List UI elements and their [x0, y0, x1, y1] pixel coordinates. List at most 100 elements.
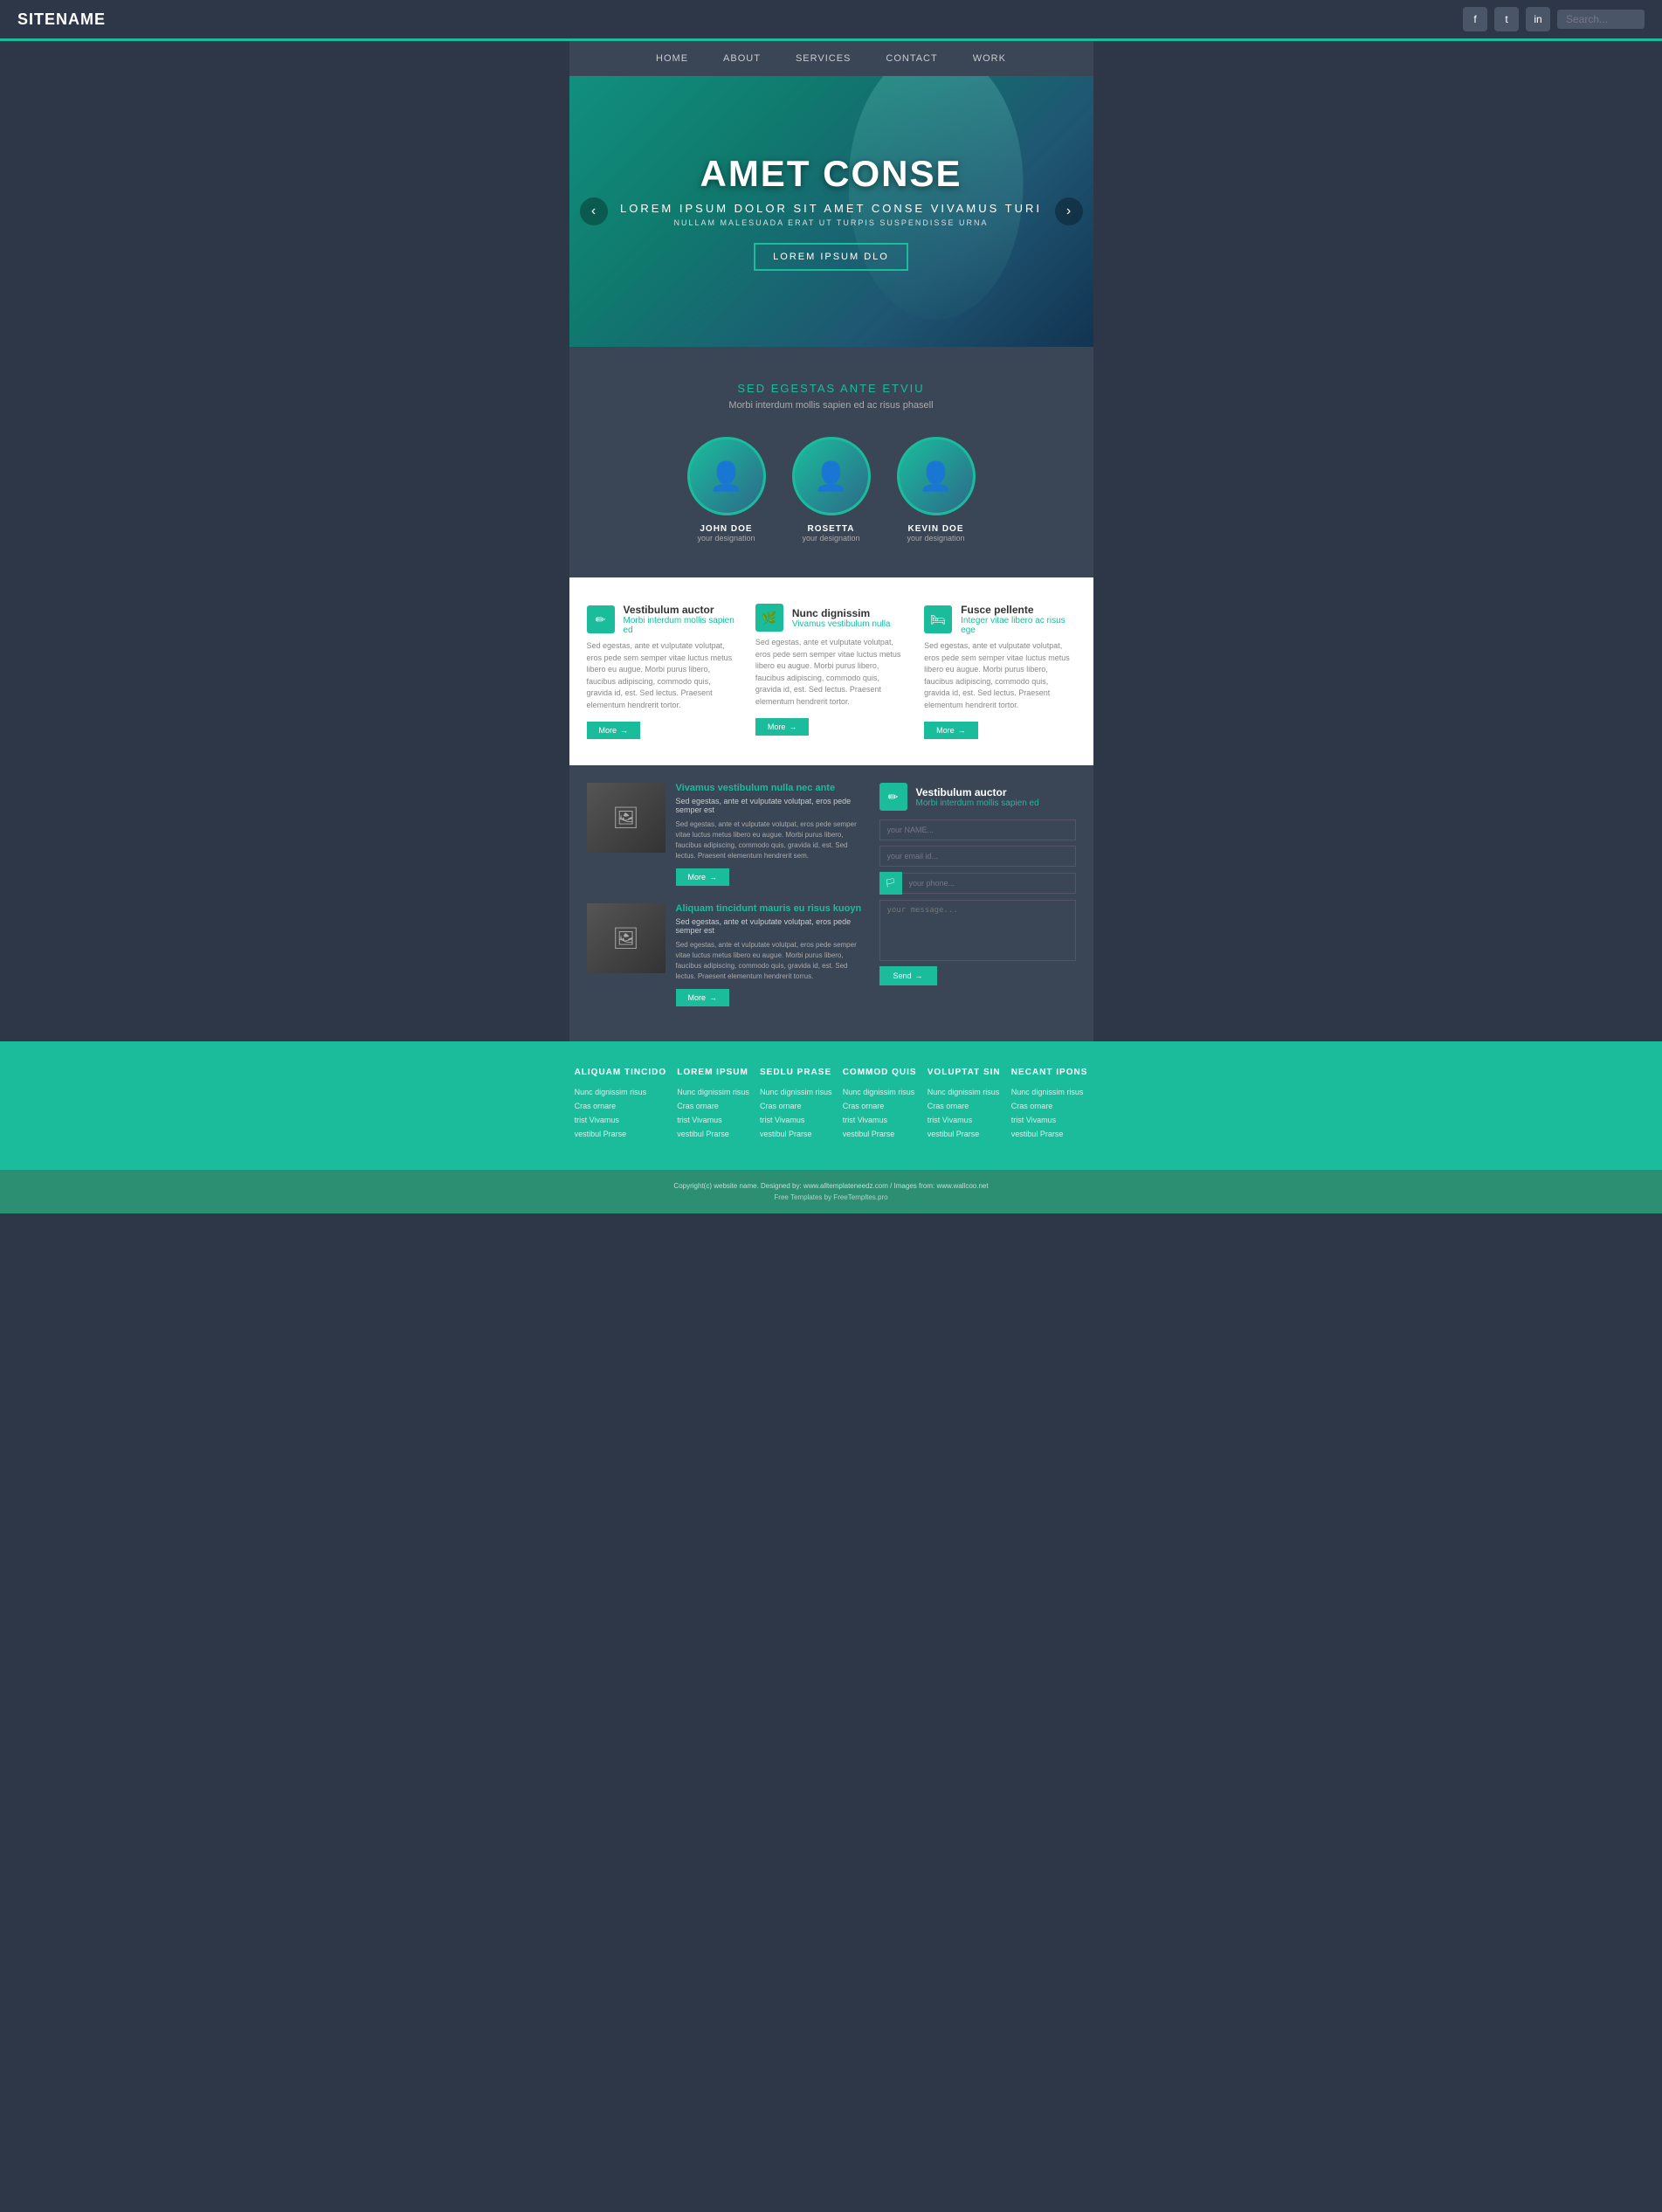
blog-contact-section: 🖼 Vivamus vestibulum nulla nec ante Sed …: [569, 765, 1093, 1041]
service-col-1: ✏ Vestibulum auctor Morbi interdum molli…: [587, 604, 738, 739]
contact-phone-input[interactable]: [902, 873, 1076, 894]
service-titles-3: Fusce pellente Integer vitae libero ac r…: [961, 604, 1075, 635]
footer-grid: ALIQUAM TINCIDO Nunc dignissim risus Cra…: [569, 1068, 1093, 1144]
footer-col-title-6: NECANT IPONS: [1011, 1068, 1088, 1077]
service-more-button-2[interactable]: More →: [755, 718, 810, 736]
contact-phone-row: 🏳: [879, 872, 1076, 895]
blog-post-2: 🖼 Aliquam tincidunt mauris eu risus kuoy…: [587, 903, 862, 1006]
team-avatar-john: 👤: [687, 437, 766, 515]
footer-link-2-3[interactable]: vestibul Prarse: [677, 1130, 749, 1138]
facebook-icon[interactable]: f: [1463, 7, 1487, 31]
blog-more-button-1[interactable]: More →: [676, 868, 730, 886]
footer-link-3-2[interactable]: trist Vivamus: [760, 1116, 832, 1124]
nav-contact[interactable]: CONTACT: [886, 53, 937, 64]
footer-link-2-2[interactable]: trist Vivamus: [677, 1116, 749, 1124]
service-text-2: Sed egestas, ante et vulputate volutpat,…: [755, 637, 907, 708]
footer-link-6-0[interactable]: Nunc dignissim risus: [1011, 1088, 1088, 1096]
footer-col-title-1: ALIQUAM TINCIDO: [575, 1068, 667, 1077]
footer-col-title-3: SEDLU PRASE: [760, 1068, 832, 1077]
search-input[interactable]: [1557, 10, 1645, 29]
footer-link-6-3[interactable]: vestibul Prarse: [1011, 1130, 1088, 1138]
blog-content-1: Vivamus vestibulum nulla nec ante Sed eg…: [676, 783, 862, 886]
footer-link-2-0[interactable]: Nunc dignissim risus: [677, 1088, 749, 1096]
footer-link-4-3[interactable]: vestibul Prarse: [843, 1130, 917, 1138]
blog-thumb-1: 🖼: [587, 783, 665, 853]
contact-icon-row: ✏ Vestibulum auctor Morbi interdum molli…: [879, 783, 1076, 811]
footer-link-3-3[interactable]: vestibul Prarse: [760, 1130, 832, 1138]
footer-col-6: NECANT IPONS Nunc dignissim risus Cras o…: [1011, 1068, 1088, 1144]
contact-name-input[interactable]: [879, 819, 1076, 840]
footer-col-title-5: VOLUPTAT SIN: [928, 1068, 1001, 1077]
footer-link-6-1[interactable]: Cras ornare: [1011, 1102, 1088, 1110]
nav-home[interactable]: HOME: [656, 53, 688, 64]
blog-column: 🖼 Vivamus vestibulum nulla nec ante Sed …: [587, 783, 862, 1024]
blog-title-1: Vivamus vestibulum nulla nec ante: [676, 783, 862, 793]
footer-link-5-2[interactable]: trist Vivamus: [928, 1116, 1001, 1124]
footer-link-2-1[interactable]: Cras ornare: [677, 1102, 749, 1110]
footer-link-5-3[interactable]: vestibul Prarse: [928, 1130, 1001, 1138]
service-title-3: Fusce pellente: [961, 604, 1075, 616]
top-bar: SITENAME f t in: [0, 0, 1662, 41]
footer-bottom: Copyright(c) website name. Designed by: …: [0, 1170, 1662, 1213]
footer-link-1-3[interactable]: vestibul Prarse: [575, 1130, 667, 1138]
rosetta-avatar-icon: 👤: [814, 460, 849, 493]
hero-next-button[interactable]: ›: [1055, 197, 1083, 225]
contact-form: 🏳 Send →: [879, 819, 1076, 985]
footer-link-4-2[interactable]: trist Vivamus: [843, 1116, 917, 1124]
services-section: ✏ Vestibulum auctor Morbi interdum molli…: [569, 577, 1093, 765]
nav-work[interactable]: WORK: [973, 53, 1006, 64]
team-role-rosetta: your designation: [802, 534, 859, 543]
blog-more-button-2[interactable]: More →: [676, 989, 730, 1006]
footer-col-title-2: LOREM IPSUM: [677, 1068, 749, 1077]
linkedin-icon[interactable]: in: [1526, 7, 1550, 31]
service-subtitle-1: Morbi interdum mollis sapien ed: [624, 616, 738, 635]
contact-email-input[interactable]: [879, 846, 1076, 867]
team-name-kevin: KEVIN DOE: [907, 524, 963, 534]
twitter-icon[interactable]: t: [1494, 7, 1519, 31]
footer-col-4: COMMOD QUIS Nunc dignissim risus Cras or…: [843, 1068, 917, 1144]
hero-tagline: NULLAM MALESUADA ERAT UT TURPIS SUSPENDI…: [620, 218, 1042, 227]
footer-link-1-0[interactable]: Nunc dignissim risus: [575, 1088, 667, 1096]
service-title-1: Vestibulum auctor: [624, 604, 738, 616]
hero-subtitle: LOREM IPSUM DOLOR SIT AMET CONSE VIVAMUS…: [620, 202, 1042, 215]
footer-copyright: Copyright(c) website name. Designed by: …: [17, 1182, 1645, 1190]
footer-col-title-4: COMMOD QUIS: [843, 1068, 917, 1077]
contact-subtitle: Morbi interdum mollis sapien ed: [916, 798, 1039, 808]
service-more-button-3[interactable]: More →: [924, 722, 978, 739]
hero-prev-button[interactable]: ‹: [580, 197, 608, 225]
footer-credit: Free Templates by FreeTempltes.pro: [17, 1193, 1645, 1201]
main-wrapper: HOME ABOUT SERVICES CONTACT WORK ‹ AMET …: [569, 41, 1093, 1041]
footer-link-4-1[interactable]: Cras ornare: [843, 1102, 917, 1110]
footer-link-3-0[interactable]: Nunc dignissim risus: [760, 1088, 832, 1096]
footer-link-1-2[interactable]: trist Vivamus: [575, 1116, 667, 1124]
footer-link-5-1[interactable]: Cras ornare: [928, 1102, 1001, 1110]
nav-services[interactable]: SERVICES: [796, 53, 851, 64]
team-section: SED EGESTAS ANTE ETVIU Morbi interdum mo…: [569, 347, 1093, 577]
phone-flag-icon: 🏳: [879, 872, 902, 895]
service-subtitle-3: Integer vitae libero ac risus ege: [961, 616, 1075, 635]
footer-link-5-0[interactable]: Nunc dignissim risus: [928, 1088, 1001, 1096]
contact-message-input[interactable]: [879, 900, 1076, 961]
footer-link-1-1[interactable]: Cras ornare: [575, 1102, 667, 1110]
service-more-button-1[interactable]: More →: [587, 722, 641, 739]
team-member-rosetta: 👤 ROSETTA your designation: [792, 437, 871, 543]
top-bar-right: f t in: [1463, 7, 1645, 31]
hero-cta-button[interactable]: LOREM IPSUM DLO: [754, 243, 908, 271]
service-title-2: Nunc dignissim: [792, 607, 891, 619]
service-icon-row-2: 🌿 Nunc dignissim Vivamus vestibulum null…: [755, 604, 907, 632]
team-name-john: JOHN DOE: [700, 524, 752, 534]
hero-content: AMET CONSE LOREM IPSUM DOLOR SIT AMET CO…: [620, 153, 1042, 271]
contact-send-button[interactable]: Send →: [879, 966, 937, 985]
contact-icon: ✏: [879, 783, 907, 811]
nav: HOME ABOUT SERVICES CONTACT WORK: [569, 41, 1093, 76]
hero-title: AMET CONSE: [620, 153, 1042, 195]
footer-link-6-2[interactable]: trist Vivamus: [1011, 1116, 1088, 1124]
service-titles-1: Vestibulum auctor Morbi interdum mollis …: [624, 604, 738, 635]
kevin-avatar-icon: 👤: [919, 460, 954, 493]
contact-titles: Vestibulum auctor Morbi interdum mollis …: [916, 786, 1039, 808]
nav-about[interactable]: ABOUT: [723, 53, 761, 64]
footer-col-1: ALIQUAM TINCIDO Nunc dignissim risus Cra…: [575, 1068, 667, 1144]
footer-col-3: SEDLU PRASE Nunc dignissim risus Cras or…: [760, 1068, 832, 1144]
footer-link-3-1[interactable]: Cras ornare: [760, 1102, 832, 1110]
footer-link-4-0[interactable]: Nunc dignissim risus: [843, 1088, 917, 1096]
